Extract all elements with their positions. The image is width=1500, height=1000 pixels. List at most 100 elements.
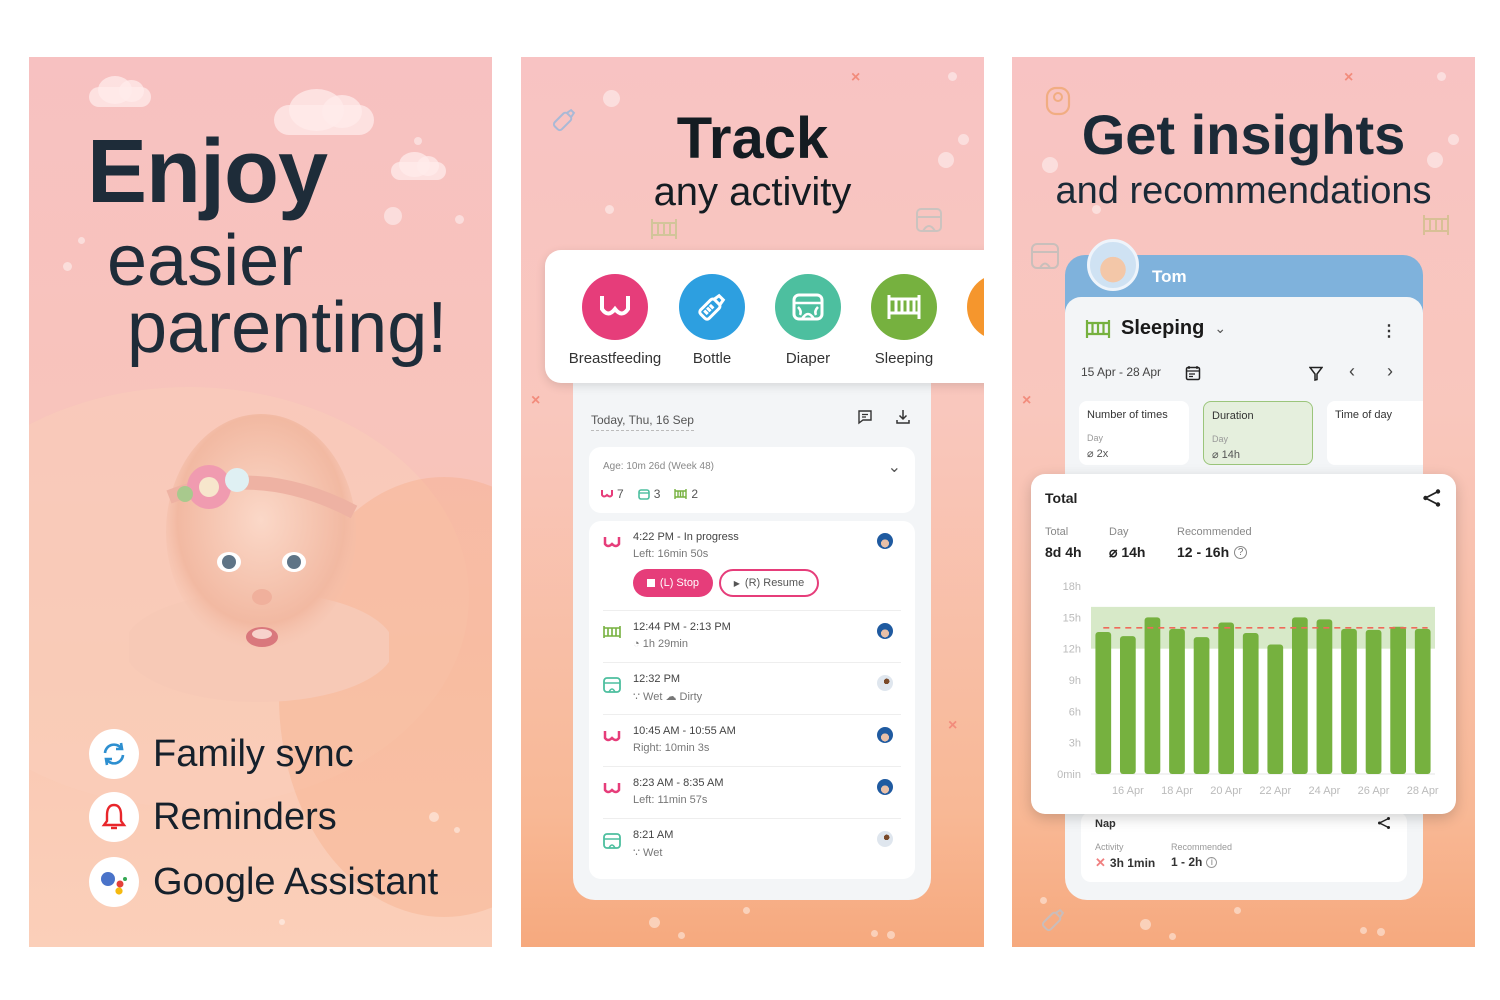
share-icon[interactable] — [1422, 488, 1442, 508]
bubble-decoration — [649, 917, 660, 928]
crib-icon — [603, 626, 621, 638]
feature-reminders: Reminders — [89, 792, 337, 842]
x-decoration: × — [851, 69, 861, 86]
x-tick-label: 24 Apr — [1309, 785, 1341, 797]
diaper-icon — [637, 488, 650, 500]
bubble-decoration — [1234, 907, 1241, 914]
entry-detail: ◔ 1h 29min — [633, 638, 688, 650]
bar-24-apr — [1316, 619, 1333, 774]
list-item[interactable]: 10:45 AM - 10:55 AM Right: 10min 3s — [589, 715, 915, 767]
total-chart-card: Total Total 8d 4h Day ⌀ 14h Recommended … — [1031, 474, 1456, 814]
chevron-down-icon: ⌄ — [1214, 320, 1227, 336]
bubble-decoration — [1140, 919, 1151, 930]
feature-google-assistant: Google Assistant — [89, 857, 438, 907]
y-tick-label: 18h — [1063, 581, 1081, 593]
list-item[interactable]: 12:44 PM - 2:13 PM ◔ 1h 29min — [589, 611, 915, 663]
feature-label: Reminders — [153, 795, 337, 838]
subheadline-recommendations: and recommendations — [1055, 170, 1432, 212]
warning-icon: ✕ — [1095, 855, 1106, 870]
bar-19-apr — [1193, 637, 1210, 774]
bar-27-apr — [1390, 626, 1407, 774]
x-tick-label: 20 Apr — [1210, 785, 1242, 797]
breastfeeding-icon — [582, 274, 648, 340]
x-decoration: × — [531, 392, 541, 409]
list-item[interactable]: 8:21 AM ∵ Wet — [589, 819, 915, 871]
cloud-decoration — [89, 76, 151, 107]
chevron-down-icon[interactable]: ⌄ — [888, 457, 901, 477]
caregiver-avatar — [877, 727, 893, 743]
notes-icon[interactable] — [857, 409, 873, 425]
list-item[interactable]: 12:32 PM ∵ Wet ☁ Dirty — [589, 663, 915, 715]
bar-28-apr — [1414, 628, 1431, 774]
total-value: 8d 4h — [1045, 544, 1082, 560]
bubble-decoration — [1437, 72, 1446, 81]
filter-icon[interactable] — [1309, 366, 1323, 381]
entry-time: 8:23 AM - 8:35 AM — [633, 777, 724, 789]
crib-decoration-icon — [651, 219, 677, 239]
sync-icon — [89, 729, 139, 779]
breastfeeding-icon — [603, 537, 621, 548]
share-icon[interactable] — [1377, 816, 1391, 830]
bubble-decoration — [384, 207, 402, 225]
activity-diaper[interactable]: Diaper — [758, 274, 858, 367]
tile-number-of-times[interactable]: Number of times Day ⌀ 2x — [1079, 401, 1189, 465]
entry-detail: ∵ Wet — [633, 847, 663, 859]
diaper-decoration-icon — [1031, 243, 1059, 269]
bar-17-apr — [1144, 617, 1161, 774]
child-avatar[interactable] — [1087, 239, 1139, 291]
bubble-decoration — [429, 812, 439, 822]
activity-sleeping[interactable]: Sleeping — [854, 274, 954, 367]
promo-panel-enjoy: Enjoy easier parenting! Family sync Remi… — [29, 57, 492, 947]
activity-more[interactable] — [950, 274, 984, 340]
previous-period-button[interactable]: ‹ — [1349, 361, 1355, 382]
bar-15-apr — [1095, 631, 1112, 774]
date-range: 15 Apr - 28 Apr — [1081, 365, 1162, 379]
sleeping-count: 2 — [674, 487, 698, 501]
stop-button[interactable]: (L) Stop — [633, 569, 713, 597]
bar-18-apr — [1169, 628, 1185, 774]
daily-summary-card[interactable]: Age: 10m 26d (Week 48) ⌄ 7 3 2 — [589, 447, 915, 513]
bottle-decoration-icon — [1041, 908, 1065, 932]
nap-title: Nap — [1095, 818, 1116, 830]
activity-breastfeeding[interactable]: Breastfeeding — [565, 274, 665, 367]
entry-detail: Right: 10min 3s — [633, 742, 710, 754]
breastfeeding-icon — [603, 783, 621, 794]
nap-recommended-value: 1 - 2h — [1171, 855, 1203, 869]
day-average-value: ⌀ 14h — [1109, 544, 1146, 560]
date-selector[interactable]: Today, Thu, 16 Sep — [591, 413, 694, 431]
y-tick-label: 15h — [1063, 612, 1081, 624]
tile-duration[interactable]: Duration Day ⌀ 14h — [1203, 401, 1313, 465]
entry-time: 8:21 AM — [633, 829, 674, 841]
next-period-button[interactable]: › — [1387, 361, 1393, 382]
info-icon[interactable]: ? — [1234, 545, 1248, 559]
bar-20-apr — [1218, 622, 1235, 774]
caregiver-avatar — [877, 623, 893, 639]
bubble-decoration — [1377, 928, 1385, 936]
y-tick-label: 0min — [1057, 769, 1081, 781]
list-item[interactable]: 8:23 AM - 8:35 AM Left: 11min 57s — [589, 767, 915, 819]
list-item[interactable]: 4:22 PM - In progress Left: 16min 50s (L… — [589, 521, 915, 611]
bubble-decoration — [871, 930, 878, 937]
more-options-icon[interactable]: ⋮ — [1381, 321, 1397, 341]
bubble-decoration — [455, 215, 464, 224]
info-icon[interactable]: i — [1206, 856, 1218, 868]
y-tick-label: 12h — [1063, 644, 1081, 656]
x-decoration: × — [948, 717, 958, 734]
activity-bottle[interactable]: Bottle — [662, 274, 762, 367]
bubble-decoration — [1360, 927, 1367, 934]
calendar-icon[interactable] — [1185, 365, 1201, 381]
cloud-decoration — [391, 152, 446, 180]
diaper-icon — [603, 677, 621, 693]
x-tick-label: 22 Apr — [1259, 785, 1291, 797]
x-decoration: × — [1344, 69, 1354, 86]
resume-button[interactable]: ▶ (R) Resume — [719, 569, 819, 597]
activity-selector[interactable]: Sleeping ⌄ — [1085, 317, 1226, 340]
activity-picker: Breastfeeding Bottle Diaper Sleeping — [545, 250, 984, 383]
google-assistant-icon — [89, 857, 139, 907]
x-tick-label: 18 Apr — [1161, 785, 1193, 797]
activity-list: 4:22 PM - In progress Left: 16min 50s (L… — [589, 521, 915, 879]
crib-icon — [871, 274, 937, 340]
tile-time-of-day[interactable]: Time of day — [1327, 401, 1423, 465]
download-icon[interactable] — [895, 409, 911, 425]
baby-photo — [129, 414, 389, 702]
